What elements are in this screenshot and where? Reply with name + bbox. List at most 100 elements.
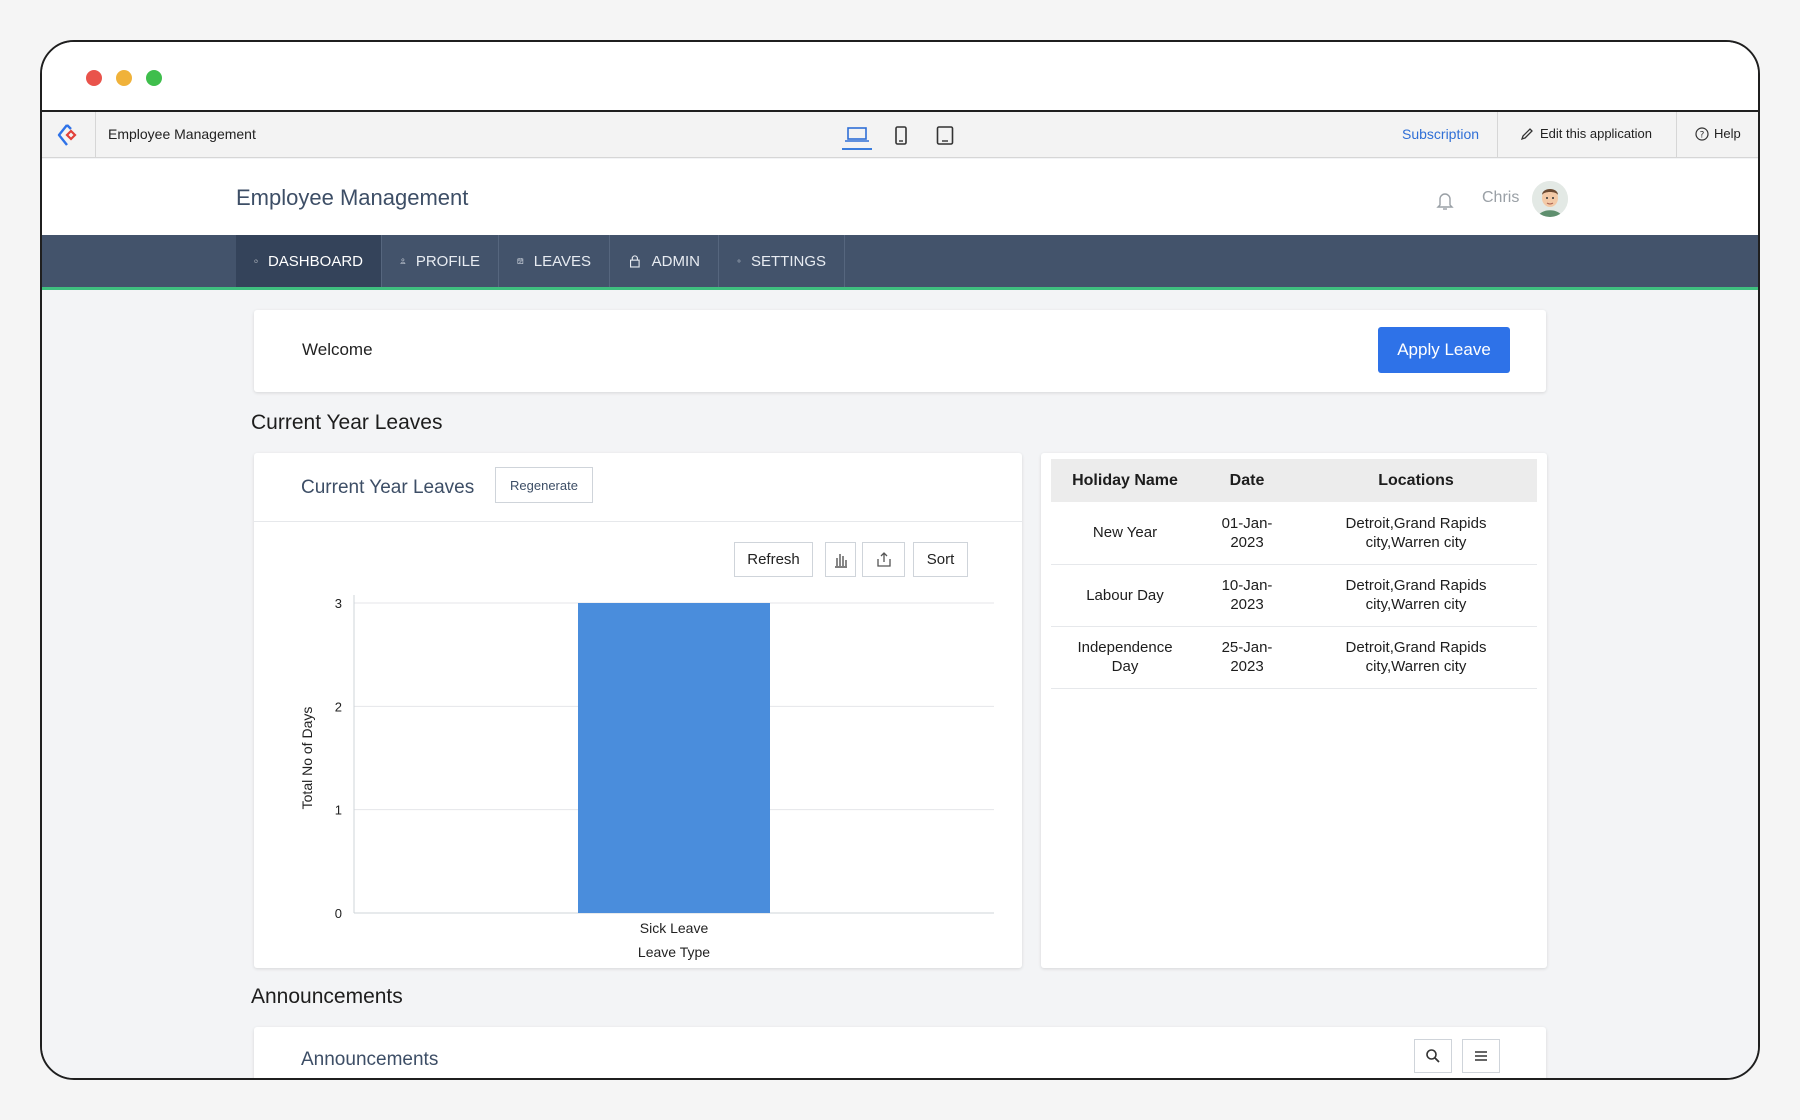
laptop-preview-button[interactable]	[842, 122, 872, 150]
tab-settings-label: SETTINGS	[750, 252, 826, 270]
phone-preview-button[interactable]	[930, 122, 960, 150]
main-nav: DASHBOARD PROFILE LEAVES ADMIN SETTINGS	[42, 235, 1758, 290]
holiday-locations-line2: city,Warren city	[1365, 596, 1467, 613]
column-header-holiday-name[interactable]: Holiday Name	[1051, 459, 1199, 502]
maximize-window-button[interactable]	[146, 70, 162, 86]
holiday-locations: Detroit,Grand Rapids city,Warren city	[1295, 564, 1537, 627]
table-row[interactable]: New Year 01-Jan- 2023 Detroit,Grand Rapid…	[1051, 502, 1537, 565]
card-divider	[254, 521, 1022, 522]
chart-card-title: Current Year Leaves	[301, 477, 475, 498]
holiday-date: 10-Jan- 2023	[1199, 564, 1295, 627]
tablet-icon	[895, 126, 907, 145]
table-row[interactable]: Independence Day 25-Jan- 2023 Detroit,Gran…	[1051, 626, 1537, 689]
regenerate-button[interactable]: Regenerate	[495, 467, 593, 503]
holiday-table-header: Holiday Name Date Locations	[1051, 459, 1537, 502]
refresh-button[interactable]: Refresh	[734, 542, 813, 577]
chart-type-button[interactable]	[825, 542, 856, 577]
section-title-announcements: Announcements	[251, 985, 403, 1008]
export-button[interactable]	[862, 542, 905, 577]
announcements-card: Announcements	[254, 1027, 1546, 1078]
subscription-link[interactable]: Subscription	[1402, 126, 1479, 142]
announcements-card-title: Announcements	[301, 1049, 439, 1070]
holiday-card: Holiday Name Date Locations New Year 01-…	[1041, 453, 1547, 968]
leaves-chart-card: Current Year Leaves Regenerate Refresh S…	[254, 453, 1022, 968]
dashboard-content: Welcome Apply Leave Current Year Leaves …	[42, 290, 1758, 1078]
user-icon	[400, 258, 406, 264]
bar-chart-icon	[834, 553, 847, 568]
dashboard-icon	[254, 259, 258, 263]
minimize-window-button[interactable]	[116, 70, 132, 86]
gear-icon	[737, 259, 741, 263]
app-header: Employee Management Chris	[42, 159, 1758, 235]
edit-application-button[interactable]: Edit this application	[1520, 126, 1652, 141]
holiday-date: 25-Jan- 2023	[1199, 626, 1295, 689]
holiday-locations-line1: Detroit,Grand Rapids	[1345, 577, 1487, 594]
user-name[interactable]: Chris	[1482, 189, 1519, 207]
tab-profile[interactable]: PROFILE	[382, 235, 499, 287]
holiday-locations-line1: Detroit,Grand Rapids	[1345, 514, 1487, 532]
y-tick-label: 1	[335, 803, 342, 818]
export-icon	[876, 551, 891, 567]
notifications-button[interactable]	[1436, 191, 1454, 216]
y-tick-label: 3	[335, 596, 342, 611]
avatar[interactable]	[1532, 181, 1568, 217]
column-header-locations[interactable]: Locations	[1295, 459, 1537, 502]
holiday-locations: Detroit,Grand Rapids city,Warren city	[1295, 502, 1537, 565]
edit-application-label: Edit this application	[1540, 126, 1653, 141]
holiday-table: Holiday Name Date Locations New Year 01-…	[1051, 459, 1537, 689]
help-icon: ?	[1695, 126, 1709, 141]
holiday-date-line2: 2023	[1230, 596, 1264, 613]
app-logo[interactable]	[42, 112, 96, 158]
bell-icon	[1436, 193, 1454, 210]
bar	[578, 603, 770, 913]
y-tick-label: 2	[335, 699, 342, 714]
x-axis-title: Leave Type	[638, 944, 710, 960]
column-header-date[interactable]: Date	[1199, 459, 1295, 502]
holiday-locations-line2: city,Warren city	[1365, 533, 1467, 551]
search-button[interactable]	[1414, 1039, 1452, 1073]
logo-icon	[57, 124, 77, 146]
holiday-date: 01-Jan- 2023	[1199, 502, 1295, 565]
y-tick-label: 0	[335, 906, 342, 921]
help-label: Help	[1714, 126, 1741, 141]
tab-dashboard[interactable]: DASHBOARD	[236, 235, 382, 287]
help-button[interactable]: ? Help	[1695, 126, 1741, 141]
welcome-text: Welcome	[302, 340, 373, 359]
tab-settings[interactable]: SETTINGS	[719, 235, 845, 287]
creator-toolbar: Employee Management Subscription Edit th…	[42, 112, 1758, 158]
table-row[interactable]: Labour Day 10-Jan- 2023 Detroit,Grand Rap…	[1051, 564, 1537, 627]
menu-icon	[1475, 1051, 1487, 1061]
laptop-icon	[845, 127, 869, 142]
lock-icon	[630, 255, 640, 268]
section-title-leaves: Current Year Leaves	[251, 411, 443, 434]
close-window-button[interactable]	[86, 70, 102, 86]
y-axis-title: Total No of Days	[299, 707, 315, 810]
search-icon	[1426, 1049, 1440, 1063]
holiday-date-line2: 2023	[1230, 533, 1264, 551]
leaves-bar-chart: 0 1 2 3 Sick Leave Total No of Days Leave Type	[299, 595, 994, 960]
tab-profile-label: PROFILE	[415, 252, 480, 270]
holiday-date-line2: 2023	[1230, 658, 1264, 675]
tab-leaves[interactable]: LEAVES	[499, 235, 610, 287]
tab-leaves-label: LEAVES	[533, 252, 591, 270]
svg-text:?: ?	[1700, 130, 1705, 140]
calendar-icon	[517, 258, 524, 264]
x-tick-label: Sick Leave	[640, 920, 709, 936]
phone-icon	[936, 126, 954, 145]
tab-admin[interactable]: ADMIN	[610, 235, 719, 287]
holiday-name: Independence Day	[1051, 626, 1199, 689]
holiday-locations-line1: Detroit,Grand Rapids	[1345, 639, 1487, 656]
tab-dashboard-label: DASHBOARD	[267, 252, 363, 270]
holiday-locations: Detroit,Grand Rapids city,Warren city	[1295, 626, 1537, 689]
tab-admin-label: ADMIN	[651, 252, 700, 270]
avatar-icon	[1532, 181, 1568, 217]
sort-button[interactable]: Sort	[913, 542, 968, 577]
menu-button[interactable]	[1462, 1039, 1500, 1073]
toolbar-divider	[1676, 112, 1677, 158]
toolbar-app-name: Employee Management	[108, 126, 256, 142]
window-titlebar	[42, 42, 1758, 112]
apply-leave-button[interactable]: Apply Leave	[1378, 327, 1510, 373]
holiday-date-line1: 25-Jan-	[1221, 639, 1273, 656]
tablet-preview-button[interactable]	[886, 122, 916, 150]
page-title: Employee Management	[236, 185, 469, 210]
